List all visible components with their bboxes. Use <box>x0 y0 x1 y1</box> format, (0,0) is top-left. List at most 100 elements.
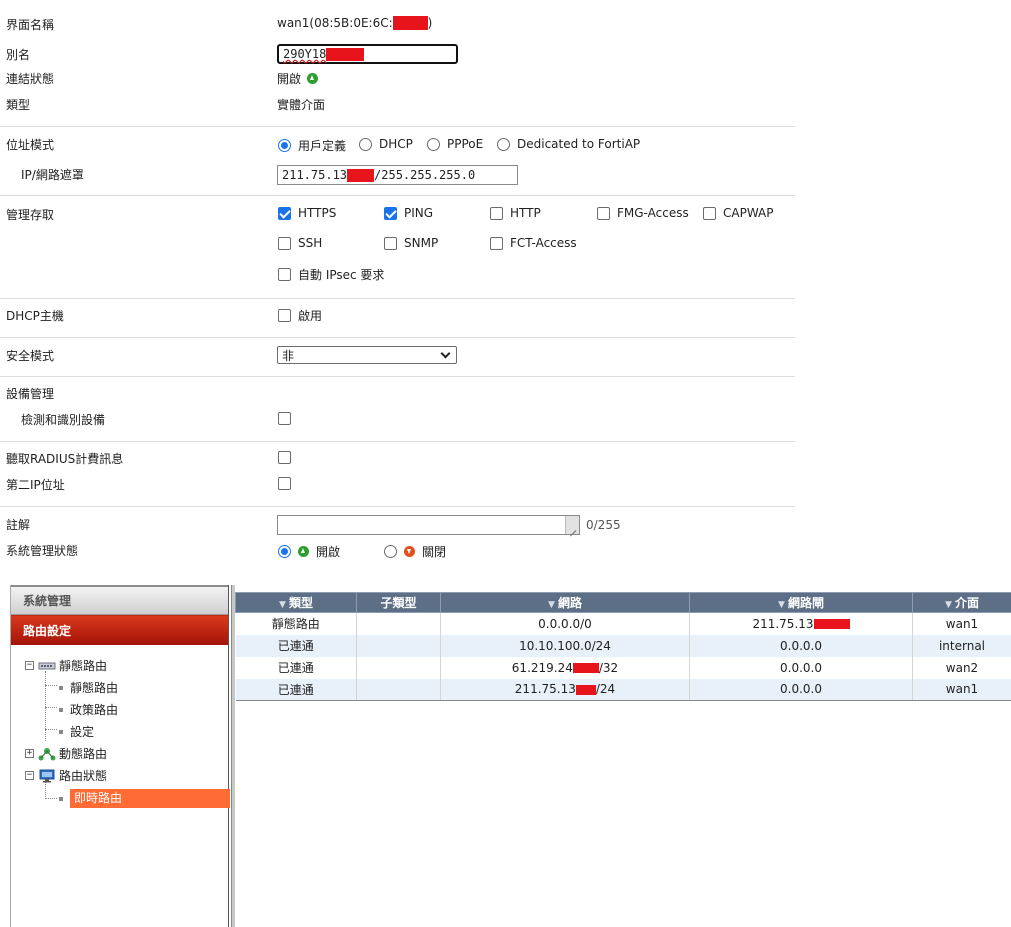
tree-realtime-route[interactable]: 即時路由 <box>59 789 230 808</box>
dhcp-server-enable[interactable]: 啟用 <box>278 307 322 324</box>
checkbox[interactable] <box>384 206 397 220</box>
admin-access-capwap[interactable]: CAPWAP <box>703 206 773 220</box>
cell-subtype <box>356 678 441 701</box>
cell-type: 已連通 <box>235 678 357 701</box>
col-subtype[interactable]: 子類型 <box>356 592 441 613</box>
cell-subtype <box>356 656 441 679</box>
admin-access-ssh[interactable]: SSH <box>278 236 322 250</box>
tree-static-route-group[interactable]: − 靜態路由 <box>25 657 107 674</box>
comment-counter: 0/255 <box>586 518 621 532</box>
checkbox[interactable] <box>703 206 716 220</box>
ip-suffix-text: /255.255.255.0 <box>374 168 476 182</box>
admin-access-fct[interactable]: FCT-Access <box>490 236 577 250</box>
detect-devices-label: 檢測和識別設備 <box>21 413 106 427</box>
checkbox[interactable] <box>278 236 291 250</box>
checkbox[interactable] <box>278 477 291 490</box>
secondary-ip-checkbox[interactable] <box>278 477 291 490</box>
nav-router[interactable]: 路由設定 <box>11 615 228 645</box>
radio-button[interactable] <box>497 137 510 151</box>
checkbox[interactable] <box>384 236 397 250</box>
checkbox-label: 自動 IPsec 要求 <box>298 268 385 282</box>
filter-icon[interactable]: ▼ <box>548 600 555 610</box>
type-value: 實體介面 <box>277 98 326 112</box>
interface-name-label: 界面名稱 <box>6 18 55 32</box>
comment-label: 註解 <box>6 518 31 532</box>
checkbox[interactable] <box>490 206 503 220</box>
filter-icon[interactable]: ▼ <box>279 600 286 610</box>
checkbox-label: PING <box>404 206 434 220</box>
admin-status-label: 系統管理狀態 <box>6 544 79 558</box>
admin-access-ping[interactable]: PING <box>384 206 433 220</box>
addressing-radio-fortiap[interactable]: Dedicated to FortiAP <box>497 137 640 151</box>
checkbox[interactable] <box>278 451 291 464</box>
col-label: 介面 <box>954 596 979 610</box>
tree-dynamic-route[interactable]: + 動態路由 <box>25 745 107 762</box>
detect-devices-checkbox[interactable] <box>278 412 291 425</box>
radio-button[interactable] <box>359 137 372 151</box>
admin-access-fmg[interactable]: FMG-Access <box>597 206 689 220</box>
radio-button[interactable] <box>427 137 440 151</box>
collapse-icon[interactable]: − <box>25 661 34 670</box>
security-mode-value: 非 <box>282 348 295 363</box>
expand-icon[interactable]: + <box>25 749 34 758</box>
radio-button[interactable] <box>384 545 397 558</box>
addressing-radio-pppoe[interactable]: PPPoE <box>427 137 483 151</box>
alias-input[interactable]: 290Y18 <box>277 44 458 64</box>
type-label: 類型 <box>6 98 31 112</box>
table-row[interactable]: 已連通 211.75.13/24 0.0.0.0 wan1 <box>235 678 1011 701</box>
resize-grip-icon[interactable] <box>565 516 579 534</box>
col-type[interactable]: ▼ 類型 <box>235 592 357 613</box>
alias-row: 別名 290Y18 <box>0 44 795 66</box>
radio-button[interactable] <box>278 545 291 558</box>
admin-access-ipsec[interactable]: 自動 IPsec 要求 <box>278 266 384 283</box>
radio-button[interactable] <box>278 139 291 152</box>
checkbox[interactable] <box>278 268 291 281</box>
filter-icon[interactable]: ▼ <box>778 600 785 610</box>
table-row[interactable]: 已連通 10.10.100.0/24 0.0.0.0 internal <box>235 634 1011 657</box>
checkbox[interactable] <box>278 309 291 322</box>
admin-access-snmp[interactable]: SNMP <box>384 236 438 250</box>
filter-icon[interactable]: ▼ <box>945 600 952 610</box>
cell-type: 靜態路由 <box>235 612 357 635</box>
addressing-radio-manual[interactable]: 用戶定義 <box>278 137 346 154</box>
radius-label: 聽取RADIUS計費訊息 <box>6 452 124 466</box>
tree-policy-route[interactable]: 政策路由 <box>59 701 118 718</box>
radius-checkbox[interactable] <box>278 451 291 464</box>
checkbox-label: 啟用 <box>298 309 323 323</box>
tree-settings[interactable]: 設定 <box>59 723 94 740</box>
bullet-icon <box>59 729 63 734</box>
admin-status-up[interactable]: 開啟 <box>278 543 340 560</box>
table-row[interactable]: 已連通 61.219.24/32 0.0.0.0 wan2 <box>235 656 1011 679</box>
table-header: ▼ 類型 子類型 ▼ 網路 ▼ 網路閘 ▼ 介面 <box>235 592 1011 613</box>
checkbox[interactable] <box>278 206 291 220</box>
cell-subtype <box>356 612 441 635</box>
tree-label-selected: 即時路由 <box>70 789 230 808</box>
monitor-icon <box>39 769 55 782</box>
checkbox[interactable] <box>490 236 503 250</box>
security-mode-select[interactable]: 非 <box>277 346 457 364</box>
admin-access-https[interactable]: HTTPS <box>278 206 336 220</box>
col-interface[interactable]: ▼ 介面 <box>912 592 1011 613</box>
checkbox[interactable] <box>278 412 291 425</box>
admin-status-down[interactable]: 關閉 <box>384 543 446 560</box>
interface-name-row: 界面名稱 wan1(08:5B:0E:6C:) <box>0 16 795 34</box>
addressing-radio-dhcp[interactable]: DHCP <box>359 137 413 151</box>
col-gateway[interactable]: ▼ 網路閘 <box>689 592 913 613</box>
radio-label: 用戶定義 <box>298 139 347 153</box>
admin-access-http[interactable]: HTTP <box>490 206 541 220</box>
checkbox[interactable] <box>597 206 610 220</box>
tree-label: 政策路由 <box>70 703 119 717</box>
tree-line <box>45 798 57 799</box>
network-text: 211.75.13 <box>514 682 576 697</box>
table-row[interactable]: 靜態路由 0.0.0.0/0 211.75.13 wan1 <box>235 612 1011 635</box>
col-network[interactable]: ▼ 網路 <box>440 592 690 613</box>
comment-textarea[interactable] <box>277 515 580 535</box>
nav-system[interactable]: 系統管理 <box>11 585 228 615</box>
secondary-ip-label: 第二IP位址 <box>6 478 65 492</box>
ip-mask-input[interactable]: 211.75.13/255.255.255.0 <box>277 165 518 185</box>
dhcp-server-label: DHCP主機 <box>6 309 64 323</box>
tree-route-status[interactable]: − 路由狀態 <box>25 767 107 784</box>
collapse-icon[interactable]: − <box>25 771 34 780</box>
checkbox-label: HTTPS <box>298 206 337 220</box>
tree-static-route[interactable]: 靜態路由 <box>59 679 118 696</box>
